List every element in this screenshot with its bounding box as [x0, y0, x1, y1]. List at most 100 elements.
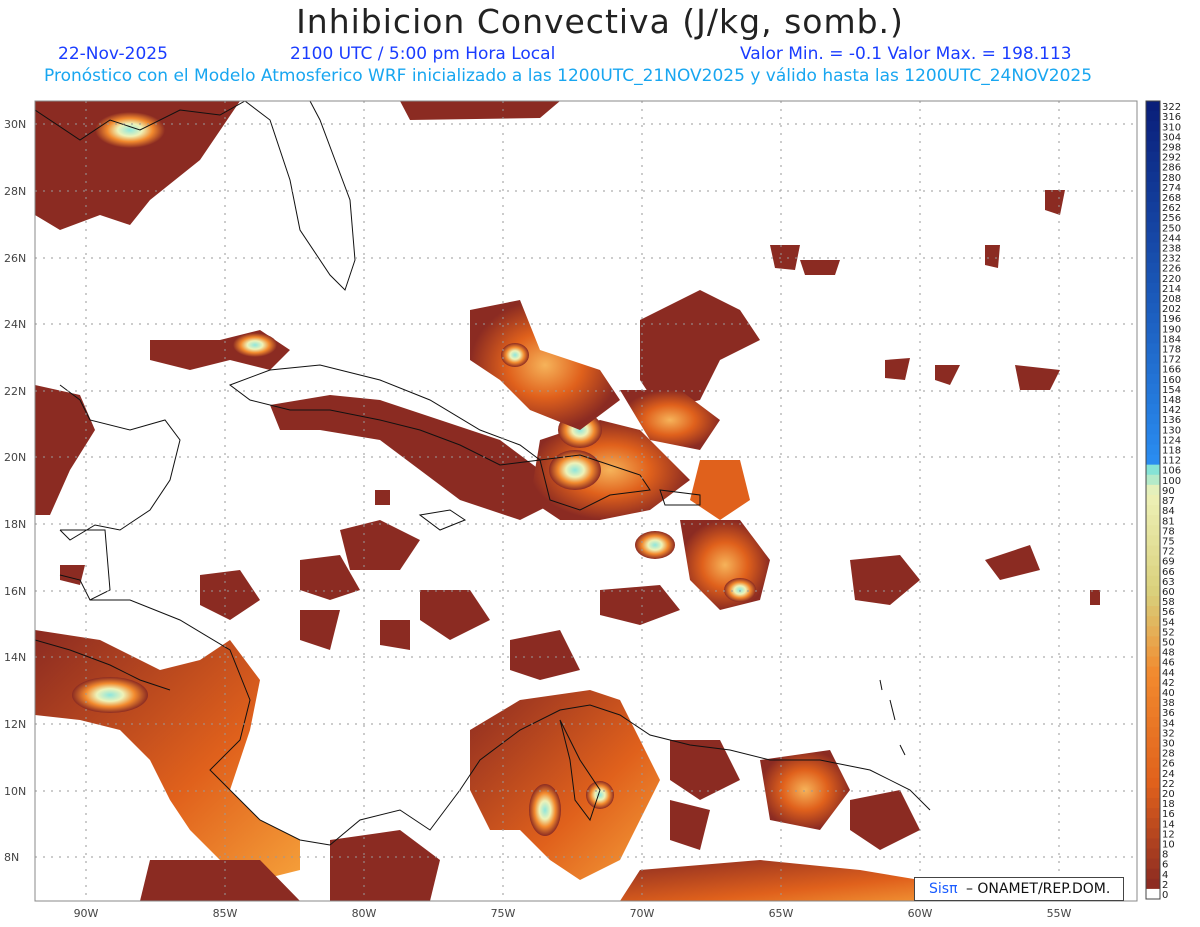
legend-swatch — [1146, 505, 1160, 516]
lat-label: 26N — [4, 252, 26, 265]
lat-axis: 30N 28N 26N 24N 22N 20N 18N 16N 14N 12N … — [4, 118, 26, 864]
legend-swatch — [1146, 818, 1160, 829]
legend-swatch — [1146, 696, 1160, 708]
lat-label: 22N — [4, 385, 26, 398]
lat-label: 30N — [4, 118, 26, 131]
legend-swatch — [1146, 606, 1160, 617]
lat-label: 28N — [4, 185, 26, 198]
legend-swatch — [1146, 414, 1160, 425]
lon-label: 55W — [1047, 907, 1072, 920]
legend-swatch — [1146, 747, 1160, 759]
credit-box: Sisπ – ONAMET/REP.DOM. — [914, 877, 1124, 901]
legend-swatch — [1146, 343, 1160, 355]
legend-swatch — [1146, 575, 1160, 587]
legend-swatch — [1146, 454, 1160, 466]
legend-swatch — [1146, 727, 1160, 738]
lon-label: 65W — [769, 907, 794, 920]
legend-swatch — [1146, 252, 1160, 264]
legend-swatch — [1146, 181, 1160, 193]
legend-swatch — [1146, 161, 1160, 173]
credit-brand: Sisπ — [929, 881, 958, 897]
legend-swatch — [1146, 151, 1160, 163]
legend-swatch — [1146, 111, 1160, 122]
legend-swatch — [1146, 626, 1160, 637]
cin-map: 30N 28N 26N 24N 22N 20N 18N 16N 14N 12N … — [4, 100, 1181, 920]
legend-swatch — [1146, 737, 1160, 748]
lat-label: 18N — [4, 518, 26, 531]
legend-swatch — [1146, 616, 1160, 627]
legend-swatch — [1146, 767, 1160, 779]
legend-swatch — [1146, 383, 1160, 395]
legend-swatch — [1146, 808, 1160, 819]
legend-swatch — [1146, 131, 1160, 142]
lon-label: 90W — [74, 907, 99, 920]
color-legend: 3223163103042982922862802742682622562502… — [1145, 100, 1181, 901]
lon-label: 75W — [491, 907, 516, 920]
legend-swatch — [1146, 717, 1160, 728]
lon-axis: 90W 85W 80W 75W 70W 65W 60W 55W — [74, 907, 1072, 920]
legend-swatch — [1146, 636, 1160, 647]
legend-swatch — [1146, 666, 1160, 678]
lon-label: 60W — [908, 907, 933, 920]
legend-swatch — [1146, 787, 1160, 799]
legend-swatch — [1146, 484, 1160, 496]
legend-swatch — [1146, 313, 1160, 324]
legend-swatch — [1146, 848, 1160, 860]
legend-swatch — [1146, 757, 1160, 769]
legend-swatch — [1146, 282, 1160, 294]
lat-label: 20N — [4, 451, 26, 464]
legend-swatch — [1146, 202, 1160, 213]
lon-label: 70W — [630, 907, 655, 920]
lat-label: 16N — [4, 585, 26, 598]
legend-swatch — [1146, 464, 1160, 476]
legend-swatch — [1146, 323, 1160, 334]
legend-swatch — [1146, 838, 1160, 849]
legend-swatch — [1146, 646, 1160, 658]
legend-swatch — [1146, 353, 1160, 365]
legend-swatch — [1146, 212, 1160, 223]
legend-swatch — [1146, 424, 1160, 435]
legend-swatch — [1146, 393, 1160, 405]
legend-swatch — [1146, 545, 1160, 557]
legend-swatch — [1146, 494, 1160, 506]
lat-label: 24N — [4, 318, 26, 331]
lat-label: 10N — [4, 785, 26, 798]
legend-swatch — [1146, 595, 1160, 607]
legend-swatch — [1146, 585, 1160, 597]
legend-swatch — [1146, 444, 1160, 456]
lon-label: 85W — [213, 907, 238, 920]
legend-swatch — [1146, 373, 1160, 385]
legend-swatch — [1146, 676, 1160, 688]
legend-swatch — [1146, 535, 1160, 546]
legend-swatch — [1146, 797, 1160, 809]
legend-swatch — [1146, 828, 1160, 839]
legend-swatch — [1146, 878, 1160, 890]
legend-swatch — [1146, 404, 1160, 415]
legend-swatch — [1146, 555, 1160, 567]
legend-swatch — [1146, 232, 1160, 243]
legend-swatch — [1146, 191, 1160, 203]
legend-swatch — [1146, 292, 1160, 304]
legend-swatch — [1146, 515, 1160, 526]
legend-swatch — [1146, 242, 1160, 254]
legend-swatch — [1146, 868, 1160, 880]
legend-swatch — [1146, 474, 1160, 486]
legend-swatch — [1146, 101, 1160, 112]
legend-swatch — [1146, 171, 1160, 183]
legend-swatch — [1146, 777, 1160, 789]
legend-label: 0 — [1162, 890, 1168, 901]
legend-swatch — [1146, 686, 1160, 698]
legend-swatch — [1146, 333, 1160, 344]
legend-swatch — [1146, 141, 1160, 153]
legend-swatch — [1146, 434, 1160, 445]
lat-label: 12N — [4, 718, 26, 731]
legend-swatch — [1146, 272, 1160, 284]
credit-org: – ONAMET/REP.DOM. — [965, 881, 1111, 897]
lat-label: 8N — [4, 851, 19, 864]
lat-label: 14N — [4, 651, 26, 664]
lon-label: 80W — [352, 907, 377, 920]
legend-swatch — [1146, 303, 1160, 314]
legend-swatch — [1146, 858, 1160, 870]
legend-swatch — [1146, 656, 1160, 668]
legend-swatch — [1146, 888, 1160, 900]
